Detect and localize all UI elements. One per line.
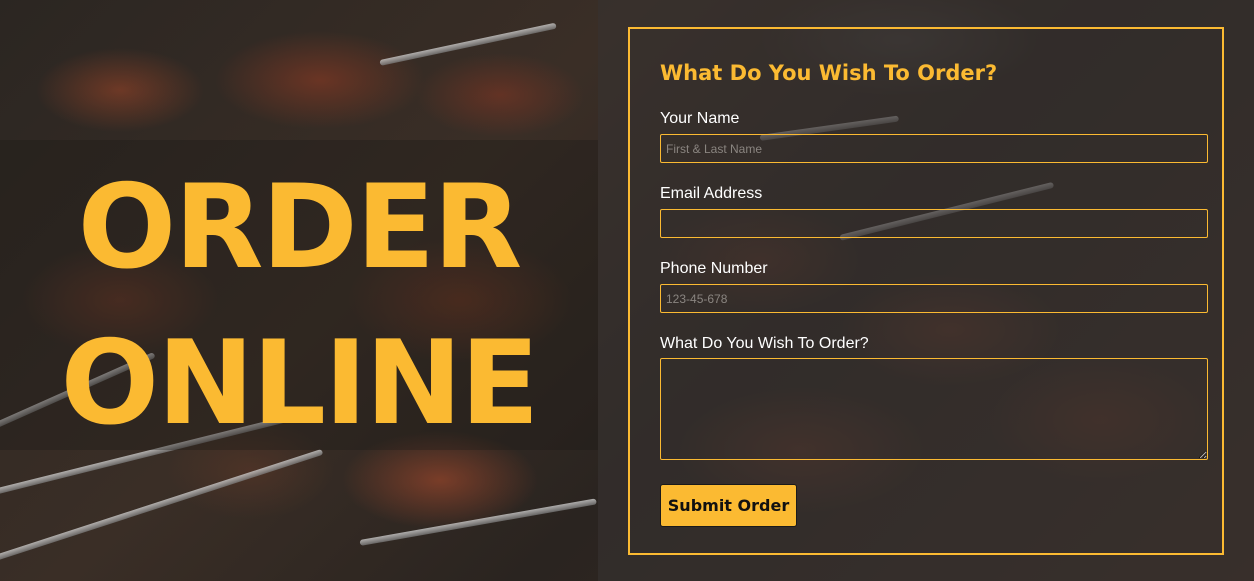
order-details-label: What Do You Wish To Order?: [660, 335, 869, 352]
email-label: Email Address: [660, 185, 763, 202]
name-input[interactable]: [660, 134, 1208, 163]
order-details-textarea[interactable]: [660, 358, 1208, 460]
form-title: What Do You Wish To Order?: [660, 61, 998, 85]
skewer-decoration: [0, 448, 324, 566]
hero-heading: ORDER ONLINE: [0, 150, 598, 462]
hero-line-online: ONLINE: [60, 316, 539, 451]
skewer-decoration: [379, 22, 557, 66]
hero-line-order: ORDER: [77, 160, 523, 295]
order-form: What Do You Wish To Order? Your Name Ema…: [628, 27, 1224, 555]
page: ORDER ONLINE What Do You Wish To Order? …: [0, 0, 1254, 581]
skewer-decoration: [359, 498, 597, 546]
name-label: Your Name: [660, 110, 740, 127]
email-input[interactable]: [660, 209, 1208, 238]
phone-label: Phone Number: [660, 260, 768, 277]
submit-order-button[interactable]: Submit Order: [660, 484, 797, 527]
phone-input[interactable]: [660, 284, 1208, 313]
